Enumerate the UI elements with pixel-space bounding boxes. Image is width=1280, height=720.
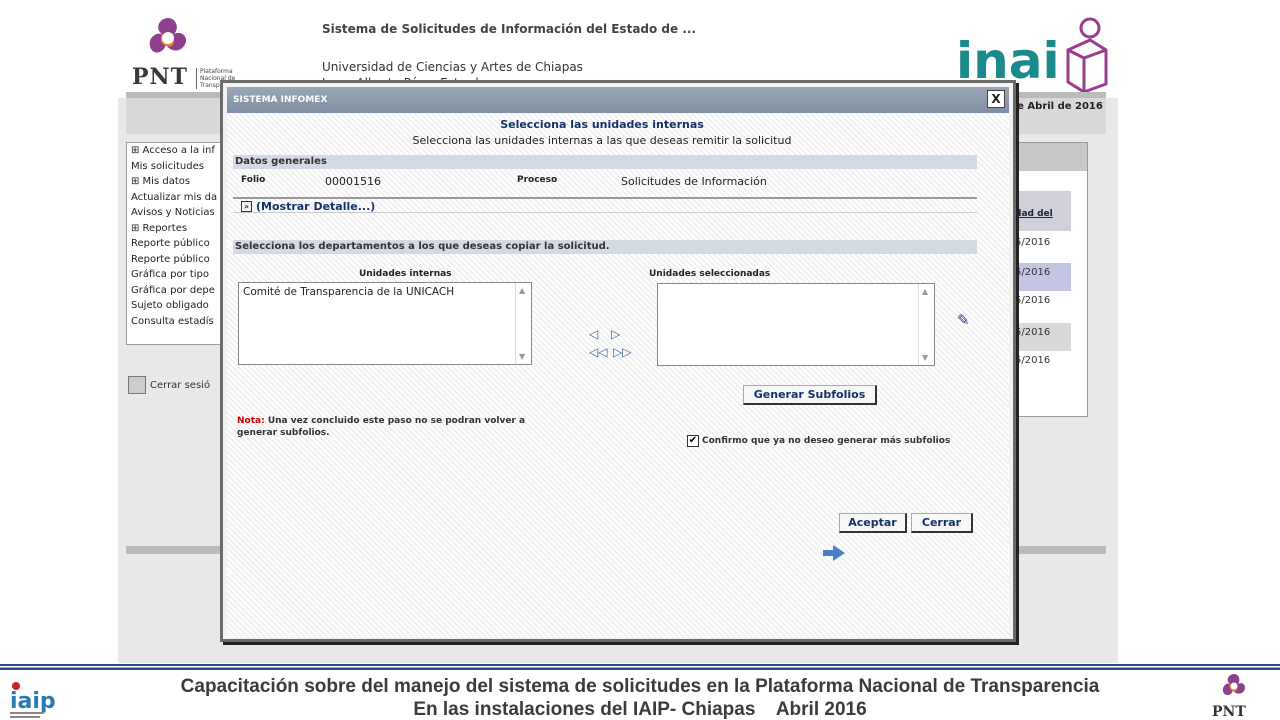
- date-label: de Abril de 2016: [1010, 101, 1103, 112]
- footer-line-2: En las instalaciones del IAIP- Chiapas A…: [413, 699, 867, 720]
- dialog-close-button[interactable]: X: [987, 90, 1005, 108]
- note-body: Una vez concluido este paso no se podran…: [237, 416, 526, 438]
- section-general-data: Datos generales: [233, 155, 977, 169]
- generate-subfolios-button[interactable]: Generar Subfolios: [743, 385, 877, 405]
- note-text: Nota: Una vez concluido este paso no se …: [237, 415, 557, 439]
- move-left-icon[interactable]: ◁: [589, 327, 598, 341]
- menu-item[interactable]: Consulta estadís: [127, 314, 223, 330]
- footer-line-1: Capacitación sobre del manejo del sistem…: [180, 676, 1100, 697]
- logout-link[interactable]: Cerrar sesió: [128, 376, 210, 394]
- selected-units-label: Unidades seleccionadas: [649, 269, 771, 279]
- accept-button[interactable]: Aceptar: [839, 513, 907, 533]
- pnt-footer-logo-icon: PNT: [1212, 674, 1246, 720]
- note-label: Nota:: [237, 416, 265, 426]
- menu-item[interactable]: Sujeto obligado: [127, 298, 223, 314]
- internal-units-list[interactable]: Comité de Transparencia de la UNICACH ▲ …: [238, 282, 532, 365]
- menu-item[interactable]: Reporte público: [127, 236, 223, 252]
- system-title: Sistema de Solicitudes de Información de…: [322, 22, 697, 36]
- scroll-down-icon[interactable]: ▼: [519, 352, 525, 361]
- menu-item[interactable]: Mis solicitudes: [127, 159, 223, 175]
- section-copy-departments: Selecciona los departamentos a los que d…: [233, 240, 977, 254]
- logout-icon: [128, 376, 146, 394]
- detail-bar: » (Mostrar Detalle...): [233, 197, 977, 213]
- scroll-up-icon[interactable]: ▲: [519, 286, 525, 295]
- menu-item[interactable]: Actualizar mis da: [127, 190, 223, 206]
- proceso-label: Proceso: [517, 175, 558, 185]
- confirm-checkbox[interactable]: ✔: [687, 435, 699, 447]
- table-cell: 5/2016: [1015, 355, 1051, 366]
- dialog-body: Selecciona las unidades internas Selecci…: [227, 113, 1009, 637]
- dialog-title: SISTEMA INFOMEX: [233, 95, 328, 105]
- internal-units-label: Unidades internas: [359, 269, 452, 279]
- menu-item[interactable]: ⊞ Acceso a la inf: [127, 143, 223, 159]
- scroll-down-icon[interactable]: ▼: [922, 353, 928, 362]
- footer-divider-inner: [0, 667, 1280, 668]
- dialog-titlebar: SISTEMA INFOMEX X: [227, 87, 1009, 113]
- table-cell: 5/2016: [1015, 237, 1051, 248]
- list-item[interactable]: Comité de Transparencia de la UNICACH: [239, 283, 531, 301]
- confirm-row: ✔ Confirmo que ya no deseo generar más s…: [687, 435, 950, 447]
- menu-item[interactable]: ⊞ Reportes: [127, 221, 223, 237]
- show-detail-link[interactable]: » (Mostrar Detalle...): [241, 200, 375, 213]
- expand-chevron-icon: »: [241, 201, 252, 212]
- close-button[interactable]: Cerrar: [911, 513, 973, 533]
- table-cell: 5/2016: [1015, 323, 1071, 351]
- move-all-left-icon[interactable]: ◁◁: [589, 345, 607, 359]
- pnt-wordmark: PNT: [132, 64, 189, 90]
- university-name: Universidad de Ciencias y Artes de Chiap…: [322, 60, 583, 74]
- table-cell: 5/2016: [1015, 295, 1051, 306]
- table-header-bar: [1015, 143, 1087, 171]
- left-menu: ⊞ Acceso a la inf Mis solicitudes ⊞ Mis …: [126, 142, 224, 345]
- selected-units-list[interactable]: ▲ ▼: [657, 283, 935, 366]
- proceso-value: Solicitudes de Información: [621, 175, 767, 188]
- menu-item[interactable]: Gráfica por tipo: [127, 267, 223, 283]
- infomex-dialog: SISTEMA INFOMEX X Selecciona las unidade…: [220, 80, 1016, 642]
- dialog-subheading: Selecciona las unidades internas a las q…: [412, 134, 792, 147]
- confirm-label: Confirmo que ya no deseo generar más sub…: [702, 436, 951, 446]
- menu-item[interactable]: Avisos y Noticias: [127, 205, 223, 221]
- accept-arrow-icon: [823, 545, 845, 561]
- table-cell: 5/2016: [1015, 263, 1071, 291]
- transfer-arrows: ◁ ▷ ◁◁ ▷▷: [589, 327, 633, 363]
- folio-label: Folio: [241, 175, 266, 185]
- show-detail-label: (Mostrar Detalle...): [256, 200, 376, 213]
- move-all-right-icon[interactable]: ▷▷: [613, 345, 631, 359]
- logout-label: Cerrar sesió: [150, 379, 211, 391]
- menu-item[interactable]: Reporte público: [127, 252, 223, 268]
- dialog-heading: Selecciona las unidades internas: [500, 118, 704, 131]
- column-header[interactable]: dad del: [1015, 191, 1071, 231]
- folio-value: 00001516: [325, 175, 381, 188]
- pencil-icon[interactable]: ✎: [957, 311, 970, 329]
- pnt-footer-wordmark: PNT: [1212, 704, 1246, 720]
- scrollbar[interactable]: ▲ ▼: [515, 283, 531, 364]
- presentation-slide: PNT Plataforma Nacional de Transparencia…: [0, 0, 1280, 720]
- move-right-icon[interactable]: ▷: [611, 327, 620, 341]
- scroll-up-icon[interactable]: ▲: [922, 287, 928, 296]
- menu-item[interactable]: ⊞ Mis datos: [127, 174, 223, 190]
- requests-table: dad del 5/2016 5/2016 5/2016 5/2016 5/20…: [1014, 142, 1088, 417]
- scrollbar[interactable]: ▲ ▼: [918, 284, 934, 365]
- menu-item[interactable]: Gráfica por depe: [127, 283, 223, 299]
